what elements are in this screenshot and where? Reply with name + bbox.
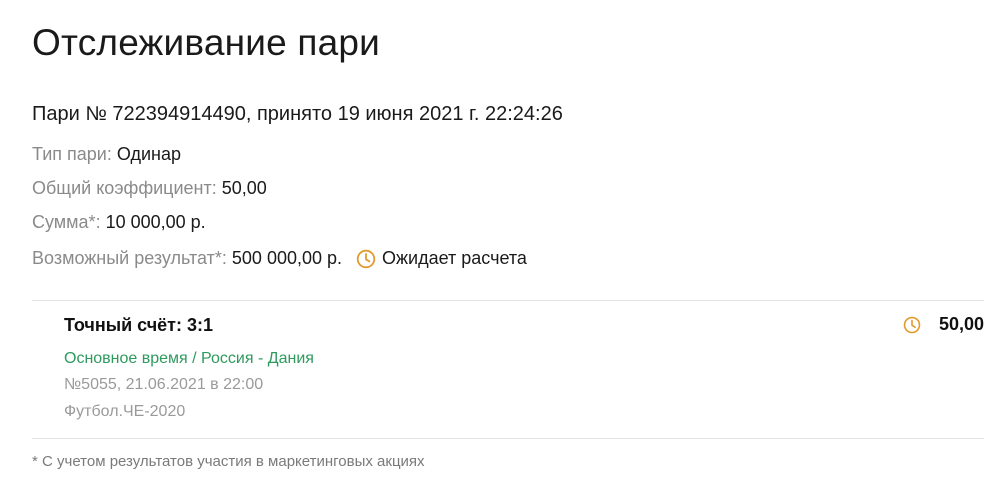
event-odds-value: 50,00: [938, 314, 984, 334]
total-coefficient-value: 50,00: [221, 178, 267, 198]
total-coefficient-row: Общий коэффициент: 50,00: [32, 178, 267, 199]
event-outcome: Точный счёт: 3:1: [64, 315, 214, 335]
possible-result-label: Возможный результат*:: [32, 248, 227, 268]
bet-type-value: Одинар: [116, 144, 181, 164]
possible-result-row: Возможный результат*: 500 000,00 р. Ожид…: [32, 248, 527, 269]
event-league: Футбол.ЧЕ-2020: [64, 403, 186, 420]
status-text: Ожидает расчета: [382, 248, 527, 268]
event-odds: 50,00: [903, 314, 984, 335]
status-badge: Ожидает расчета: [356, 248, 527, 269]
bet-header: Пари № 722394914490, принято 19 июня 202…: [32, 103, 563, 125]
stake-label: Сумма*:: [32, 212, 101, 232]
event-meta: №5055, 21.06.2021 в 22:00: [64, 376, 264, 393]
divider: [32, 300, 984, 301]
footnote: * С учетом результатов участия в маркети…: [32, 453, 425, 470]
divider: [32, 438, 984, 439]
clock-icon: [903, 316, 921, 333]
clock-icon: [356, 249, 376, 268]
total-coefficient-label: Общий коэффициент:: [32, 178, 217, 198]
possible-result-value: 500 000,00 р.: [231, 248, 343, 268]
stake-row: Сумма*: 10 000,00 р.: [32, 212, 206, 233]
event-period-link[interactable]: Основное время / Россия - Дания: [64, 350, 314, 368]
bet-type-label: Тип пари:: [32, 144, 112, 164]
bet-type-row: Тип пари: Одинар: [32, 144, 181, 165]
stake-value: 10 000,00 р.: [105, 212, 206, 232]
page-title: Отслеживание пари: [32, 22, 381, 63]
